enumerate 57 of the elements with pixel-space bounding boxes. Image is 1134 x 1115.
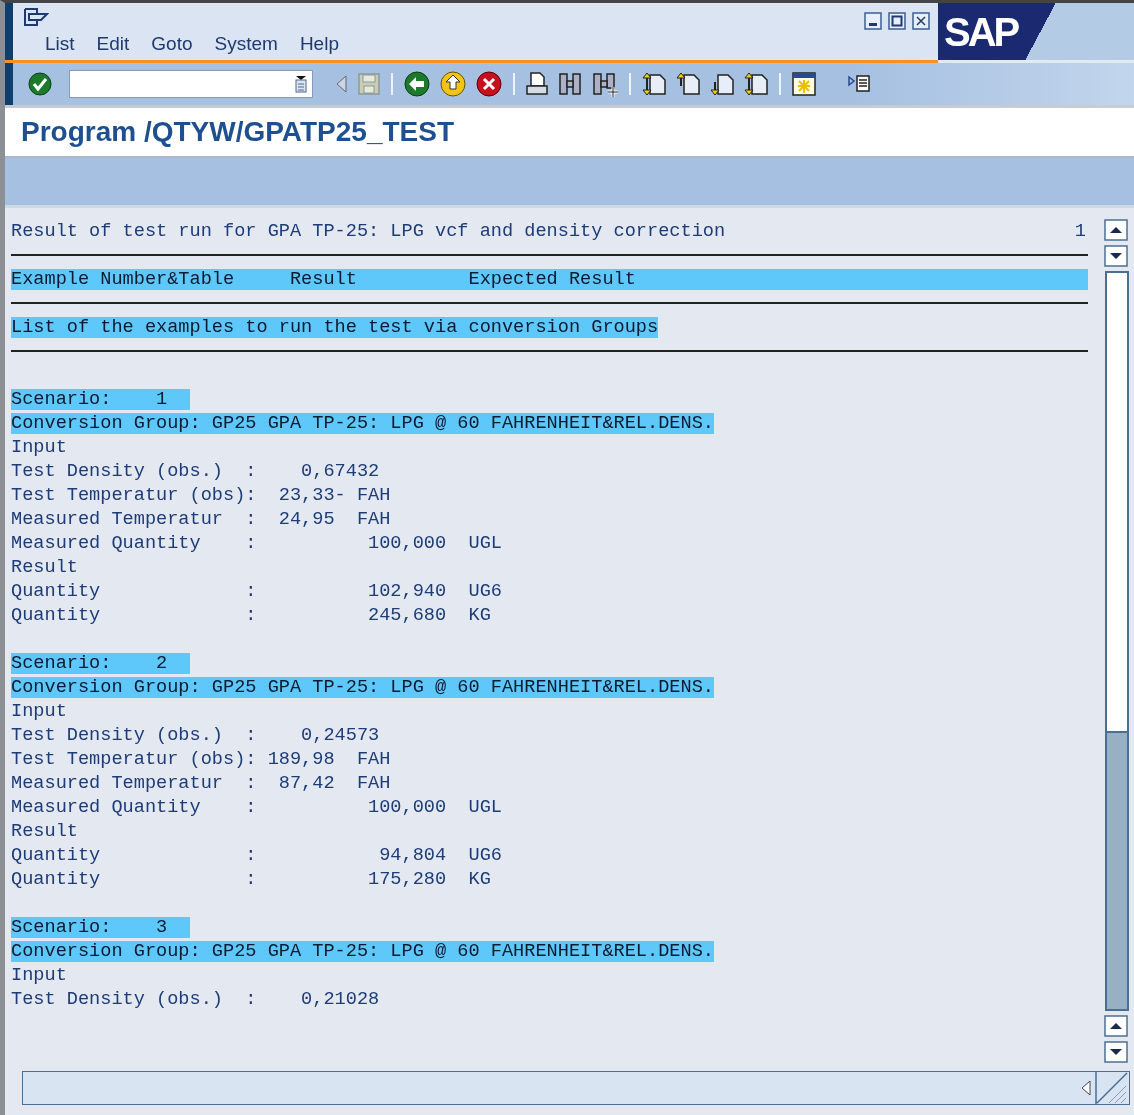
layout-menu-icon[interactable] <box>847 73 873 95</box>
window-menu-icon[interactable] <box>23 7 49 27</box>
exit-icon[interactable] <box>439 70 467 98</box>
scroll-thumb[interactable] <box>1107 731 1127 1009</box>
screen-title: Program /QTYW/GPATP25_TEST <box>21 116 455 148</box>
menu-item[interactable]: Edit <box>96 33 130 55</box>
list-line: Test Density (obs.) : 0,67432 <box>11 460 380 482</box>
menu-item[interactable]: Goto <box>151 33 193 55</box>
logo-text: SAP <box>944 9 1018 54</box>
last-page-icon[interactable] <box>743 71 769 97</box>
find-next-icon[interactable] <box>591 71 619 97</box>
page-up-icon[interactable] <box>1104 1015 1128 1037</box>
list-line: Measured Quantity : 100,000 UGL <box>11 796 502 818</box>
edge-stripe <box>5 63 13 105</box>
list-line: Quantity : 245,680 KG <box>11 604 491 626</box>
list-line: Measured Temperatur : 24,95 FAH <box>11 508 391 530</box>
previous-page-icon[interactable] <box>675 71 701 97</box>
print-icon[interactable] <box>525 71 549 97</box>
menu-item[interactable]: System <box>214 33 278 55</box>
cancel-icon[interactable] <box>475 70 503 98</box>
list-line: Test Density (obs.) : 0,24573 <box>11 724 380 746</box>
list-line: Measured Temperatur : 87,42 FAH <box>11 772 391 794</box>
close-icon[interactable] <box>912 12 930 30</box>
back-triangle-icon[interactable] <box>335 73 349 95</box>
list-line: Test Density (obs.) : 0,21028 <box>11 988 380 1010</box>
page-number: 1 <box>1074 220 1087 242</box>
list-line: Quantity : 102,940 UG6 <box>11 580 502 602</box>
command-field[interactable] <box>69 70 313 98</box>
scroll-up-icon[interactable] <box>1104 219 1128 241</box>
list-line: Input <box>11 436 67 458</box>
list-line: Result of test run for GPA TP-25: LPG vcf and density correction <box>11 220 726 242</box>
menu-item[interactable]: List <box>45 33 75 55</box>
edge-stripe <box>5 3 13 60</box>
maximize-icon[interactable] <box>888 12 906 30</box>
resize-grip-icon[interactable] <box>1095 1072 1129 1104</box>
list-line: Test Temperatur (obs): 189,98 FAH <box>11 748 391 770</box>
list-line: Result <box>11 820 78 842</box>
back-icon[interactable] <box>403 70 431 98</box>
dropdown-icon[interactable] <box>294 75 308 93</box>
status-toggle-icon[interactable] <box>1079 1078 1093 1098</box>
scroll-down-icon[interactable] <box>1104 245 1128 267</box>
vertical-scrollbar[interactable] <box>1104 219 1130 1065</box>
list-line: Measured Quantity : 100,000 UGL <box>11 532 502 554</box>
find-icon[interactable] <box>557 71 583 97</box>
list-line: Quantity : 94,804 UG6 <box>11 844 502 866</box>
list-line: Result <box>11 556 78 578</box>
list-line: Input <box>11 964 67 986</box>
next-page-icon[interactable] <box>709 71 735 97</box>
menu-item[interactable]: Help <box>299 33 339 55</box>
enter-icon[interactable] <box>27 71 53 97</box>
list-line: Quantity : 175,280 KG <box>11 868 491 890</box>
new-session-icon[interactable] <box>791 71 817 97</box>
list-line: Input <box>11 700 67 722</box>
minimize-icon[interactable] <box>864 12 882 30</box>
list-line: Test Temperatur (obs): 23,33- FAH <box>11 484 391 506</box>
first-page-icon[interactable] <box>641 71 667 97</box>
page-down-icon[interactable] <box>1104 1041 1128 1063</box>
